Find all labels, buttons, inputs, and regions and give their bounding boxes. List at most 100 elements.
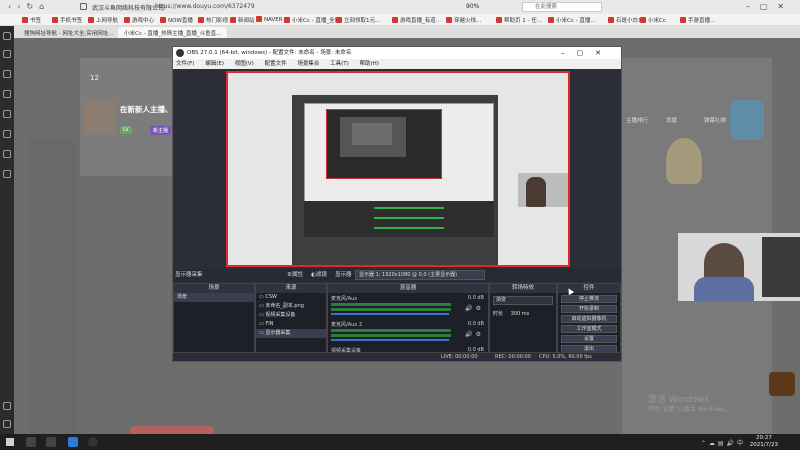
controls-dock: 控件 停止推流 开始录制 启动虚拟摄像机 工作室模式 设置 退出 (557, 283, 621, 361)
preview-nested-obs-3 (352, 123, 392, 145)
duration-input[interactable]: 300 ms (511, 311, 530, 317)
mixer-title: 混音器 (328, 284, 488, 293)
task-view-icon[interactable] (46, 437, 56, 447)
obs-statusbar: LIVE: 00:00:00 REC: 00:00:00 CPU: 5.0%, … (173, 352, 621, 361)
bookmark-item[interactable]: 新闻站 (230, 16, 255, 24)
speaker-gear-icon[interactable]: 🔊⚙ (465, 305, 484, 312)
system-tray-icons[interactable]: ⌃☁▤🔊中 (701, 438, 746, 447)
volume-meter (331, 329, 451, 332)
ad-figure (730, 100, 764, 140)
avatar[interactable] (84, 102, 116, 134)
streamer-title: 在新新人主播、点 (120, 105, 180, 114)
windows-start-icon[interactable] (6, 438, 14, 446)
bookmark-item[interactable]: 小米Cc - 直播_全网 (284, 16, 340, 24)
channel-name: 麦克风/Aux 2 (331, 322, 363, 328)
zoom-level[interactable]: 90% (466, 3, 479, 10)
obs-preview[interactable] (226, 71, 570, 267)
clock-date: 2021/7/23 (749, 442, 778, 448)
bookmark-item[interactable]: 穿越火线... (446, 16, 481, 24)
bookmark-item[interactable]: 游戏中心 (124, 16, 154, 24)
transition-select[interactable]: 渐变 (493, 296, 553, 305)
bookmark-item[interactable]: NOW直播 (160, 16, 193, 24)
bookmark-item[interactable]: 立刻领取1元... (336, 16, 380, 24)
nested-meter (374, 227, 444, 229)
source-item[interactable]: ▭ 未命名_副本.png (256, 302, 326, 311)
clock-time: 20:27 (755, 435, 772, 441)
sidebar-icon[interactable] (3, 110, 11, 118)
sidebar-icon[interactable] (3, 150, 11, 158)
browser-sidebar (0, 26, 14, 434)
stop-streaming-button[interactable]: 停止推流 (561, 295, 617, 303)
sidebar-icon[interactable] (3, 402, 11, 410)
bookmark-item[interactable]: 小米Cc - 直播... (548, 16, 596, 24)
speaker-gear-icon[interactable]: 🔊⚙ (465, 331, 484, 338)
menu-profile[interactable]: 配置文件 (265, 61, 287, 67)
obs-app-icon[interactable] (88, 437, 98, 447)
menu-help[interactable]: 帮助(H) (360, 61, 379, 67)
volume-slider[interactable] (331, 339, 449, 341)
bookmark-item[interactable]: 小米Cc (640, 16, 666, 24)
site-name: 武汉斗鱼网络科技有限公司 (92, 5, 165, 12)
sidebar-icon[interactable] (3, 420, 11, 428)
obs-titlebar: OBS 27.0.1 (64-bit, windows) - 配置文件: 未命名… (173, 47, 621, 59)
scene-item[interactable]: 场景 (174, 293, 254, 302)
bookmark-item[interactable]: 热门影视 (198, 16, 228, 24)
menu-tools[interactable]: 工具(T) (330, 61, 349, 67)
obs-window: OBS 27.0.1 (64-bit, windows) - 配置文件: 未命名… (172, 46, 622, 362)
mixer-channel: 麦克风/Aux 0.0 dB 🔊⚙ (328, 293, 488, 319)
address-bar[interactable]: https://www.douyu.com/6372479 (155, 3, 255, 10)
studio-mode-button[interactable]: 工作室模式 (561, 325, 617, 333)
right-label[interactable]: 主播排行 (626, 116, 648, 124)
settings-button[interactable]: 设置 (561, 335, 617, 343)
preview-nested-mixer (304, 201, 494, 237)
sidebar-icon[interactable] (3, 32, 11, 40)
obs-menubar: 文件(F) 编辑(E) 视图(V) 配置文件 场景集合 工具(T) 帮助(H) (173, 59, 621, 69)
live-timer: LIVE: 00:00:00 (441, 354, 478, 360)
search-icon[interactable] (26, 437, 36, 447)
source-item[interactable]: ▭ FIN (256, 320, 326, 329)
browser-app-icon[interactable] (68, 437, 78, 447)
window-controls[interactable]: –▢✕ (746, 2, 794, 11)
bookmark-item[interactable]: 手游直播... (680, 16, 715, 24)
sidebar-icon[interactable] (3, 170, 11, 178)
bookmark-item[interactable]: 帮助页 1 - 任... (496, 16, 542, 24)
bookmark-item[interactable]: NAVER (256, 16, 283, 23)
volume-meter (331, 308, 451, 311)
sidebar-icon[interactable] (3, 90, 11, 98)
bookmark-item[interactable]: 书签 (22, 16, 41, 24)
source-item[interactable]: ▭ 视频采集设备 (256, 311, 326, 320)
bookmark-item[interactable]: 石斑小白1 (608, 16, 642, 24)
nested-meter (374, 207, 444, 209)
right-label[interactable]: 贡献 (666, 116, 677, 124)
sources-dock: 来源 ▭ CSW ▭ 未命名_副本.png ▭ 视频采集设备 ▭ FIN ▭ 显… (255, 283, 327, 361)
start-recording-button[interactable]: 开始录制 (561, 305, 617, 313)
menu-scene-collection[interactable]: 场景集合 (297, 61, 319, 67)
right-label[interactable]: 弹幕礼物 (704, 116, 726, 124)
game-logo (769, 372, 795, 396)
display-select[interactable]: 显示器 1: 1920x1080 @ 0,0 (主要显示器) (355, 270, 485, 280)
volume-slider[interactable] (331, 313, 449, 315)
search-input[interactable]: 在此搜索 (522, 2, 602, 12)
obs-title: OBS 27.0.1 (64-bit, windows) - 配置文件: 未命名… (187, 50, 352, 56)
nav-buttons[interactable]: ‹›↻⌂ (8, 2, 50, 11)
sidebar-icon[interactable] (3, 130, 11, 138)
bookmark-item[interactable]: 手机书签 (52, 16, 82, 24)
start-virtual-camera-button[interactable]: 启动虚拟摄像机 (561, 315, 617, 323)
properties-button[interactable]: ⚙属性 (287, 269, 303, 281)
browser-tab-active[interactable]: 小米Cc - 直播_热情主播_直播_斗鱼直... (118, 27, 228, 38)
filters-button[interactable]: ◐滤镜 (311, 269, 327, 281)
source-item[interactable]: ▭ 显示器采集 (256, 329, 326, 338)
menu-view[interactable]: 视图(V) (235, 61, 254, 67)
obs-window-controls[interactable]: –▢✕ (561, 47, 613, 59)
bookmark-item[interactable]: 游戏直播_有道... (392, 16, 441, 24)
browser-tab[interactable]: 搜狗网址导航 - 网址大全,实用网址... (18, 27, 119, 38)
taskbar-clock[interactable]: 20:27 2021/7/23 (750, 435, 778, 449)
source-item[interactable]: ▭ CSW (256, 293, 326, 302)
menu-edit[interactable]: 编辑(E) (205, 61, 224, 67)
transitions-title: 转场特效 (490, 284, 556, 293)
sidebar-icon[interactable] (3, 70, 11, 78)
transitions-dock: 转场特效 渐变 时长 300 ms (489, 283, 557, 361)
bookmark-item[interactable]: 上网导航 (88, 16, 118, 24)
menu-file[interactable]: 文件(F) (176, 61, 194, 67)
sidebar-icon[interactable] (3, 50, 11, 58)
